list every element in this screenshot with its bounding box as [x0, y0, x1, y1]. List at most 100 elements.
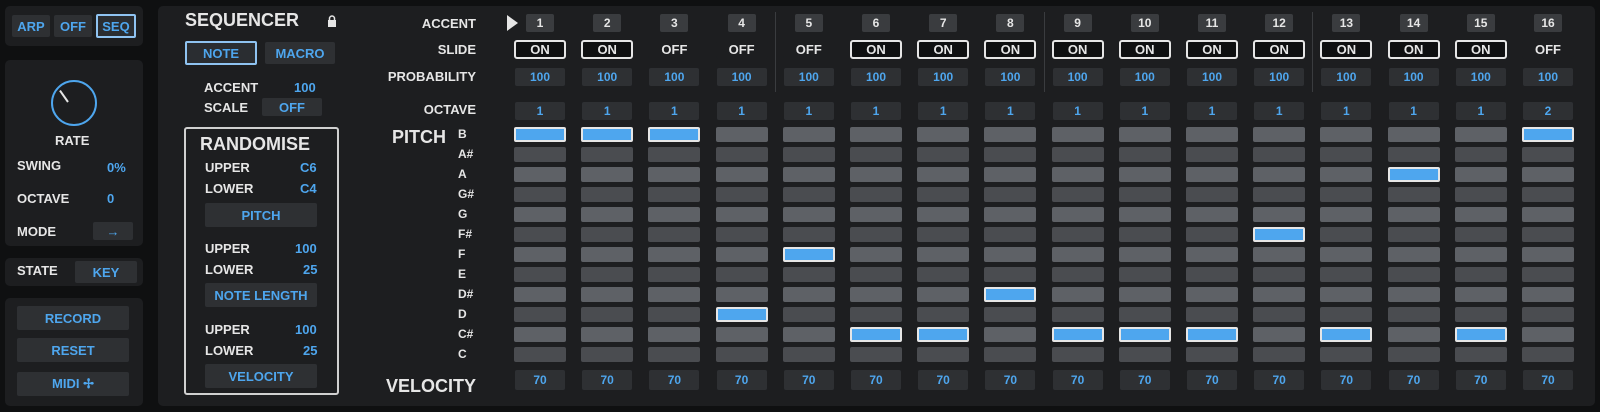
pitch-cell[interactable] — [648, 347, 701, 362]
octave-value-16[interactable]: 2 — [1523, 102, 1573, 120]
probability-value-13[interactable]: 100 — [1321, 68, 1372, 86]
pitch-cell[interactable] — [1454, 167, 1507, 182]
pitch-cell[interactable] — [850, 167, 902, 182]
pitch-cell[interactable] — [648, 227, 701, 242]
pitch-cell[interactable] — [1253, 327, 1306, 342]
mode-direction-button[interactable]: → — [93, 222, 133, 240]
pitch-cell[interactable] — [514, 267, 566, 282]
pitch-cell[interactable] — [1186, 227, 1238, 242]
step-number-15[interactable]: 15 — [1466, 14, 1495, 32]
pitch-cell[interactable] — [1118, 267, 1171, 282]
randomise-pitch-button[interactable]: PITCH — [205, 203, 317, 227]
randomise-velocity-button[interactable]: VELOCITY — [205, 364, 317, 388]
pitch-cell[interactable] — [1253, 347, 1306, 362]
pitch-cell[interactable] — [514, 347, 566, 362]
step-number-11[interactable]: 11 — [1198, 14, 1226, 32]
pitch-cell[interactable] — [850, 147, 902, 162]
pitch-cell[interactable] — [1253, 287, 1306, 302]
pitch-cell[interactable] — [782, 307, 835, 322]
octave-value-3[interactable]: 1 — [649, 102, 700, 120]
pitch-cell[interactable] — [1522, 187, 1574, 202]
pitch-cell[interactable] — [581, 147, 634, 162]
velocity-value-10[interactable]: 70 — [1119, 370, 1170, 390]
pitch-cell[interactable] — [1186, 187, 1238, 202]
probability-value-3[interactable]: 100 — [649, 68, 700, 86]
pitch-cell[interactable] — [984, 247, 1037, 262]
step-number-12[interactable]: 12 — [1265, 14, 1294, 32]
pitch-cell[interactable] — [1051, 187, 1104, 202]
slide-toggle-8[interactable]: ON — [984, 40, 1037, 59]
pitch-cell[interactable] — [1454, 267, 1507, 282]
pitch-cell[interactable] — [648, 207, 701, 222]
pitch-cell[interactable] — [1253, 267, 1306, 282]
pitch-cell[interactable] — [1186, 167, 1238, 182]
pitch-cell[interactable] — [1387, 227, 1440, 242]
pitch-cell[interactable] — [1387, 187, 1440, 202]
pitch-cell[interactable] — [581, 247, 634, 262]
velocity-value-2[interactable]: 70 — [582, 370, 633, 390]
pitch-cell[interactable] — [917, 167, 970, 182]
octave-value-12[interactable]: 1 — [1254, 102, 1305, 120]
octave-value-14[interactable]: 1 — [1388, 102, 1439, 120]
pitch-cell[interactable] — [514, 167, 566, 182]
pitch-cell[interactable] — [581, 167, 634, 182]
pitch-cell[interactable] — [1522, 207, 1574, 222]
pitch-cell[interactable] — [1051, 247, 1104, 262]
pitch-cell[interactable] — [1320, 307, 1373, 322]
slide-toggle-6[interactable]: ON — [850, 40, 902, 59]
probability-value-8[interactable]: 100 — [985, 68, 1036, 86]
velocity-value-6[interactable]: 70 — [851, 370, 901, 390]
pitch-cell[interactable] — [1118, 147, 1171, 162]
pitch-cell[interactable] — [1522, 247, 1574, 262]
pitch-cell[interactable] — [715, 247, 768, 262]
pitch-cell[interactable] — [581, 287, 634, 302]
slide-toggle-11[interactable]: ON — [1186, 40, 1238, 59]
pitch-cell-active[interactable] — [1186, 327, 1238, 342]
slide-toggle-15[interactable]: ON — [1454, 40, 1507, 59]
slide-toggle-1[interactable]: ON — [514, 40, 566, 59]
pitch-cell[interactable] — [715, 127, 768, 142]
pitch-cell[interactable] — [1454, 347, 1507, 362]
pitch-cell[interactable] — [1253, 127, 1306, 142]
probability-value-2[interactable]: 100 — [582, 68, 633, 86]
arp-button[interactable]: ARP — [12, 15, 50, 37]
pitch-cell[interactable] — [1454, 127, 1507, 142]
pitch-cell[interactable] — [917, 307, 970, 322]
pitch-cell[interactable] — [1320, 227, 1373, 242]
pitch-cell[interactable] — [1454, 247, 1507, 262]
pitch-cell[interactable] — [984, 167, 1037, 182]
pitch-cell[interactable] — [1387, 147, 1440, 162]
pitch-cell[interactable] — [648, 267, 701, 282]
pitch-cell[interactable] — [514, 207, 566, 222]
pitch-cell[interactable] — [514, 247, 566, 262]
pitch-cell[interactable] — [648, 247, 701, 262]
pitch-cell[interactable] — [1320, 167, 1373, 182]
probability-value-1[interactable]: 100 — [515, 68, 565, 86]
octave-value-9[interactable]: 1 — [1052, 102, 1103, 120]
probability-value-11[interactable]: 100 — [1187, 68, 1237, 86]
pitch-cell[interactable] — [715, 147, 768, 162]
step-number-16[interactable]: 16 — [1534, 14, 1562, 32]
scale-value[interactable]: OFF — [262, 98, 322, 116]
velocity-value-14[interactable]: 70 — [1388, 370, 1439, 390]
pitch-cell-active[interactable] — [514, 127, 566, 142]
pitch-cell[interactable] — [1454, 227, 1507, 242]
pitch-cell[interactable] — [917, 207, 970, 222]
velocity-value-7[interactable]: 70 — [918, 370, 969, 390]
pitch-cell[interactable] — [1320, 187, 1373, 202]
slide-toggle-3[interactable]: OFF — [648, 40, 701, 59]
pitch-cell[interactable] — [850, 267, 902, 282]
pitch-cell[interactable] — [648, 167, 701, 182]
pitch-cell[interactable] — [1051, 167, 1104, 182]
length-lower-value[interactable]: 25 — [303, 262, 317, 277]
pitch-cell[interactable] — [1387, 327, 1440, 342]
pitch-cell[interactable] — [1320, 347, 1373, 362]
reset-button[interactable]: RESET — [17, 338, 129, 362]
pitch-cell[interactable] — [1522, 307, 1574, 322]
pitch-cell[interactable] — [782, 127, 835, 142]
pitch-cell[interactable] — [1387, 307, 1440, 322]
pitch-cell[interactable] — [1118, 207, 1171, 222]
pitch-cell[interactable] — [1522, 267, 1574, 282]
velocity-value-4[interactable]: 70 — [716, 370, 767, 390]
velocity-value-3[interactable]: 70 — [649, 370, 700, 390]
